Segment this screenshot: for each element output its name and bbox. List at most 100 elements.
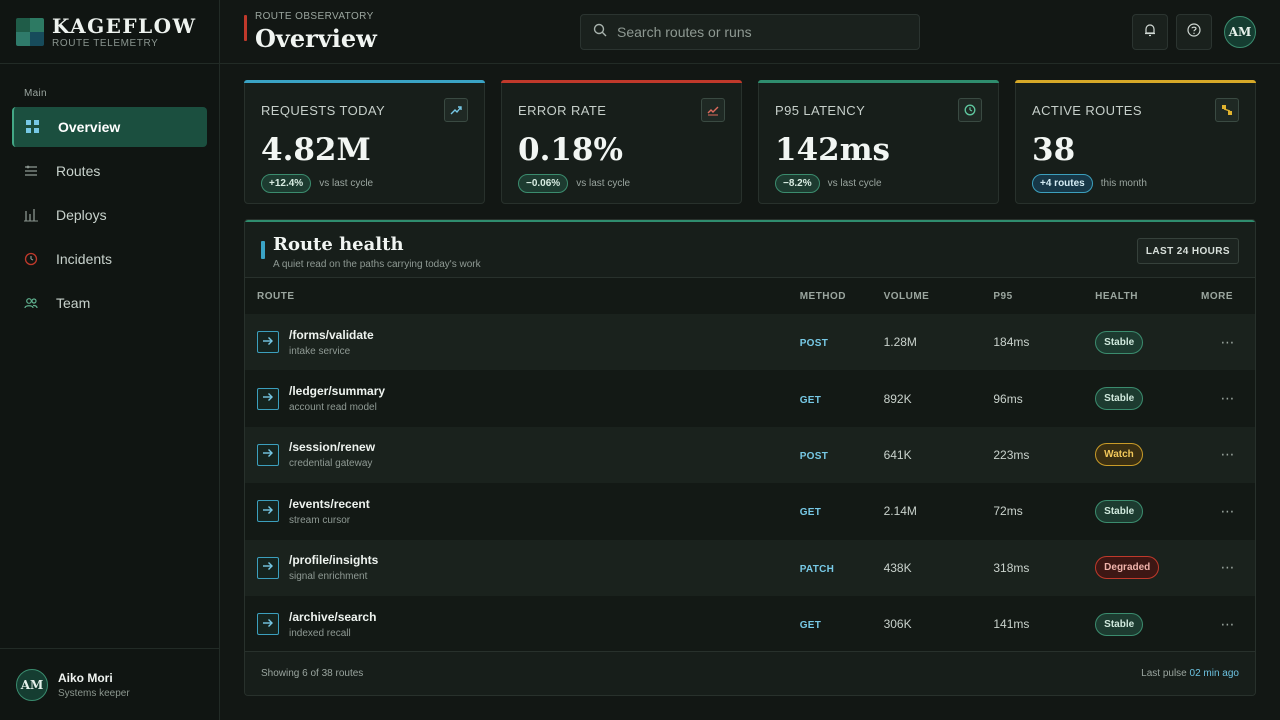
stat-cards: REQUESTS TODAY 4.82M +12.4% vs last cycl… [220,64,1280,204]
column-header-volume[interactable]: VOLUME [884,278,994,314]
more-options-button[interactable]: ⋯ [1201,596,1255,652]
brand[interactable]: KAGEFLOW ROUTE TELEMETRY [0,0,219,64]
p95-value: 96ms [993,391,1023,406]
arrow-right-icon [262,560,274,575]
clock-icon [958,98,982,122]
route-path[interactable]: /archive/search [289,610,376,624]
arrow-right-icon [262,504,274,519]
table-row[interactable]: /archive/search indexed recall GET 306K 1… [245,595,1255,653]
avatar: AM [16,668,48,701]
title-accent [244,14,247,41]
user-avatar-button[interactable]: AM [1224,16,1256,48]
stat-note: this month [1100,178,1147,189]
method-label: GET [799,394,822,406]
stat-label: P95 LATENCY [775,103,866,118]
volume-value: 2.14M [883,504,917,519]
more-options-button[interactable]: ⋯ [1201,427,1255,483]
method-label: GET [799,507,822,519]
route-path[interactable]: /events/recent [289,497,370,511]
column-header-method[interactable]: METHOD [800,278,884,314]
page-title: Overview [255,23,377,53]
stat-card-p95-latency[interactable]: P95 LATENCY 142ms −8.2% vs last cycle [758,80,999,204]
delta-badge: −0.06% [518,174,569,193]
arrow-right-icon [262,617,274,632]
table-header-row: ROUTE METHOD VOLUME P95 HEALTH MORE [245,278,1255,314]
open-route-button[interactable] [257,613,279,636]
trend-up-icon [444,98,468,122]
open-route-button[interactable] [257,387,279,410]
more-options-button[interactable]: ⋯ [1201,540,1255,596]
user-profile[interactable]: AM Aiko Mori Systems keeper [0,648,219,720]
route-path[interactable]: /session/renew [289,440,375,454]
profile-name: Aiko Mori [58,670,113,685]
more-options-button[interactable]: ⋯ [1201,483,1255,539]
notifications-button[interactable] [1132,14,1168,50]
arrow-right-icon [262,335,274,350]
p95-value: 318ms [993,560,1030,575]
stat-value: 38 [1032,132,1076,168]
sidebar-item-incidents[interactable]: Incidents [12,239,207,279]
stat-value: 142ms [775,132,890,168]
stat-card-requests[interactable]: REQUESTS TODAY 4.82M +12.4% vs last cycl… [244,80,485,204]
column-header-route[interactable]: ROUTE [245,278,800,314]
table-row[interactable]: /profile/insights signal enrichment PATCH… [245,539,1255,596]
route-path[interactable]: /ledger/summary [289,384,385,398]
sidebar-item-label: Incidents [56,251,113,267]
top-actions: AM [1132,14,1256,50]
sidebar: KAGEFLOW ROUTE TELEMETRY Main Overview R… [0,0,220,720]
help-icon [1187,22,1201,42]
search-input[interactable] [617,24,897,40]
table-row[interactable]: /session/renew credential gateway POST 64… [245,426,1255,484]
volume-value: 892K [883,391,912,406]
method-label: GET [799,620,822,632]
last-pulse-time: 02 min ago [1189,668,1239,679]
stat-card-error-rate[interactable]: ERROR RATE 0.18% −0.06% vs last cycle [501,80,742,204]
nodes-icon [1215,98,1239,122]
column-header-p95[interactable]: P95 [993,278,1095,314]
status-badge: Degraded [1095,556,1160,580]
grid-icon [26,120,40,134]
delta-badge: +4 routes [1032,174,1093,193]
method-label: PATCH [799,563,835,575]
help-button[interactable] [1176,14,1212,50]
delta-badge: −8.2% [775,174,820,193]
column-header-health[interactable]: HEALTH [1095,278,1201,314]
open-route-button[interactable] [257,331,279,354]
panel-footer: Showing 6 of 38 routes Last pulse 02 min… [245,651,1255,695]
method-label: POST [799,450,829,462]
panel-accent [261,241,265,259]
stat-note: vs last cycle [319,178,374,189]
nav-section-label: Main [24,88,47,99]
table-row[interactable]: /ledger/summary account read model GET 89… [245,370,1255,427]
status-badge: Watch [1095,443,1143,467]
sidebar-item-label: Routes [56,163,101,179]
bar-chart-icon [24,208,38,222]
more-options-button[interactable]: ⋯ [1201,370,1255,426]
sidebar-item-routes[interactable]: Routes [12,151,207,191]
stat-card-active-routes[interactable]: ACTIVE ROUTES 38 +4 routes this month [1015,80,1256,204]
sidebar-item-overview[interactable]: Overview [12,107,207,147]
table-row[interactable]: /events/recent stream cursor GET 2.14M 72… [245,483,1255,540]
search-bar[interactable] [580,14,920,50]
title-block: ROUTE OBSERVATORY Overview [244,11,377,53]
route-path[interactable]: /profile/insights [289,553,378,567]
volume-value: 306K [883,617,912,632]
route-path[interactable]: /forms/validate [289,328,374,342]
more-options-button[interactable]: ⋯ [1201,314,1255,370]
open-route-button[interactable] [257,443,279,466]
status-badge: Stable [1095,612,1144,636]
open-route-button[interactable] [257,500,279,523]
sidebar-item-team[interactable]: Team [12,283,207,323]
sidebar-item-deploys[interactable]: Deploys [12,195,207,235]
arrow-right-icon [262,391,274,406]
sidebar-item-label: Team [56,295,91,311]
results-count: Showing 6 of 38 routes [261,668,364,679]
last-pulse: Last pulse 02 min ago [1141,668,1239,679]
table-row[interactable]: /forms/validate intake service POST 1.28M… [245,314,1255,371]
clock-icon [24,252,38,266]
route-description: credential gateway [289,458,373,470]
method-label: POST [799,338,829,350]
open-route-button[interactable] [257,556,279,579]
p95-value: 184ms [993,335,1030,350]
time-range-button[interactable]: LAST 24 HOURS [1136,238,1239,264]
